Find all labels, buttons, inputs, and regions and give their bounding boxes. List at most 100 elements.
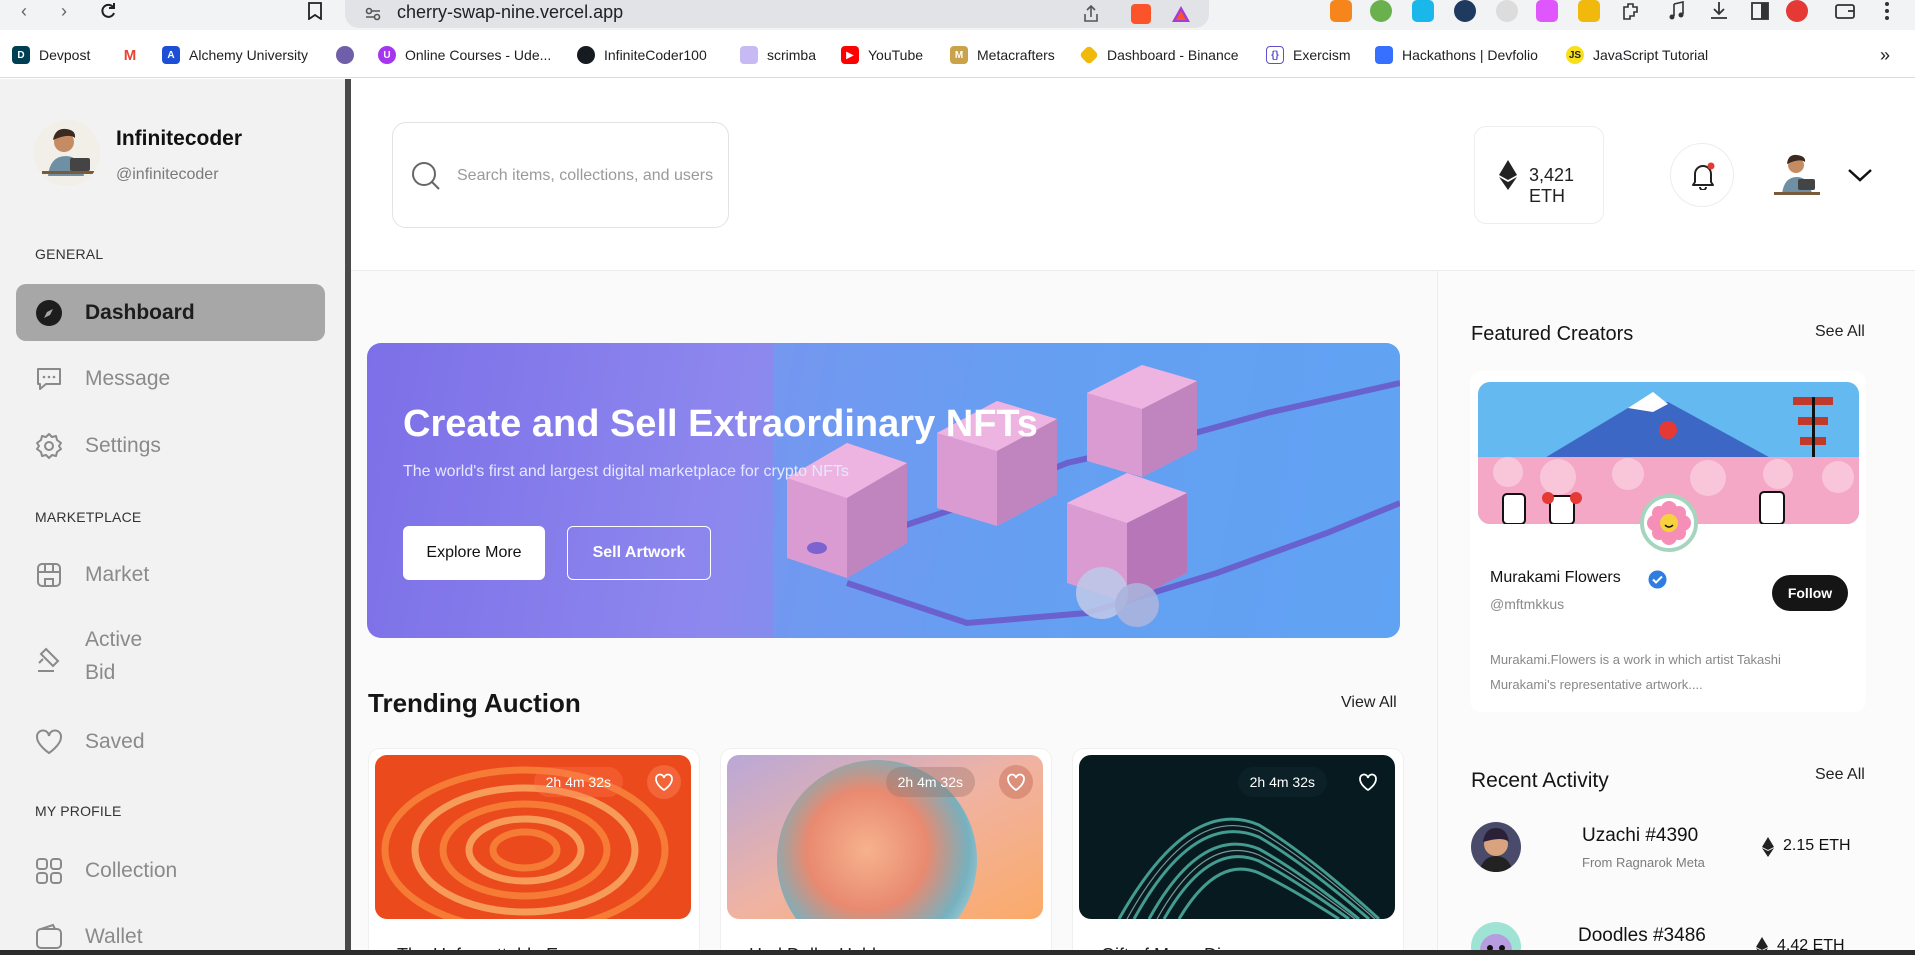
store-icon [37, 563, 61, 587]
sidebar-item-label: Message [85, 366, 171, 390]
bookmark-alchemy-university[interactable]: A Alchemy University [162, 44, 308, 66]
ethereum-icon [1499, 160, 1517, 190]
bookmark-star-icon[interactable] [303, 0, 327, 22]
udemy-icon: U [378, 46, 396, 64]
puzzle-extensions-icon[interactable] [1620, 0, 1642, 22]
chat-bubble-icon [37, 368, 61, 390]
alchemy-icon: A [162, 46, 180, 64]
reload-icon[interactable] [96, 0, 120, 22]
see-all-creators-link[interactable]: See All [1815, 323, 1865, 341]
download-icon[interactable] [1708, 0, 1730, 22]
javascript-icon: JS [1566, 46, 1584, 64]
activity-item-name[interactable]: Doodles #3486 [1578, 925, 1706, 947]
gavel-icon [38, 647, 60, 672]
eth-balance[interactable]: 3,421 ETH [1474, 126, 1604, 224]
follow-button[interactable]: Follow [1772, 575, 1848, 611]
forward-icon[interactable]: › [52, 0, 76, 22]
sidebar-item-label: Active [85, 628, 143, 651]
auction-card-image: 2h 4m 32s [1079, 755, 1395, 919]
sidebar-item-market[interactable]: Market [16, 546, 325, 603]
auction-card[interactable]: 2h 4m 32s The Unforgettable Eye [368, 748, 700, 955]
bookmarks-overflow-button[interactable]: » [1880, 44, 1890, 66]
trending-auction-title: Trending Auction [368, 688, 581, 718]
favorite-button[interactable] [999, 765, 1033, 799]
verified-badge-icon [1648, 570, 1667, 589]
address-bar[interactable]: cherry-swap-nine.vercel.app [345, 0, 1209, 28]
bookmark-youtube[interactable]: ▶ YouTube [841, 44, 923, 66]
bookmark-javascript-tutorial[interactable]: JS JavaScript Tutorial [1566, 44, 1708, 66]
sidebar-item-settings[interactable]: Settings [16, 417, 325, 474]
sidebar-toggle-icon[interactable] [1749, 0, 1771, 22]
sidebar-item-label: Wallet [85, 924, 143, 948]
activity-avatar[interactable] [1471, 822, 1521, 872]
sidebar-item-active-bid[interactable]: Active Bid [16, 622, 325, 698]
extension-icon[interactable] [1496, 0, 1518, 22]
share-icon[interactable] [1081, 4, 1101, 24]
search-box[interactable] [392, 122, 729, 228]
binance-icon [1079, 45, 1099, 65]
metamask-icon[interactable] [1330, 0, 1352, 22]
hero-banner: Create and Sell Extraordinary NFTs The w… [367, 343, 1400, 638]
auction-card-image: 2h 4m 32s [727, 755, 1043, 919]
bookmark-bird[interactable] [336, 44, 363, 66]
heart-icon [1359, 773, 1377, 792]
sidebar-item-collection[interactable]: Collection [16, 842, 325, 899]
bookmark-udemy[interactable]: U Online Courses - Ude... [378, 44, 551, 66]
section-label-marketplace: MARKETPLACE [35, 509, 142, 525]
site-info-icon[interactable] [363, 4, 383, 24]
chevron-down-icon[interactable] [1845, 160, 1875, 190]
see-all-activity-link[interactable]: See All [1815, 766, 1865, 784]
brave-rewards-icon[interactable] [1171, 4, 1191, 24]
bookmark-metacrafters[interactable]: M Metacrafters [950, 44, 1055, 66]
sidebar-item-dashboard[interactable]: Dashboard [16, 284, 325, 341]
view-all-link[interactable]: View All [1341, 694, 1397, 712]
extension-icon[interactable] [1536, 0, 1558, 22]
ethereum-icon [1762, 837, 1774, 857]
auction-card[interactable]: 2h 4m 32s Gift of Mean Dimen [1072, 748, 1404, 955]
youtube-icon: ▶ [841, 46, 859, 64]
bookmark-scrimba[interactable]: scrimba [740, 44, 816, 66]
react-devtools-icon[interactable] [1454, 0, 1476, 22]
sidebar-item-label: Bid [85, 661, 116, 684]
creator-description: Murakami.Flowers is a work in which arti… [1490, 652, 1781, 692]
vimeo-icon[interactable] [1412, 0, 1434, 22]
section-label-my-profile: MY PROFILE [35, 803, 122, 819]
notifications-button[interactable] [1670, 143, 1734, 207]
explore-more-button[interactable]: Explore More [403, 526, 545, 580]
profile-avatar[interactable] [34, 120, 100, 186]
search-icon [412, 162, 440, 190]
sidebar-item-message[interactable]: Message [16, 350, 325, 407]
creator-name[interactable]: Murakami Flowers [1490, 569, 1621, 587]
media-icon[interactable] [1666, 0, 1688, 22]
auction-timer: 2h 4m 32s [885, 767, 975, 797]
bookmark-binance[interactable]: Dashboard - Binance [1079, 44, 1239, 66]
bookmark-exercism[interactable]: {} Exercism [1266, 44, 1351, 66]
bookmark-devpost[interactable]: D Devpost [12, 44, 90, 66]
activity-item-name[interactable]: Uzachi #4390 [1582, 825, 1698, 847]
auction-card[interactable]: 2h 4m 32s Hod Dollar Holder [720, 748, 1052, 955]
grid-icon [36, 858, 62, 884]
favorite-button[interactable] [647, 765, 681, 799]
bookmark-gmail[interactable]: M [121, 44, 148, 66]
bookmark-devfolio[interactable]: Hackathons | Devfolio [1375, 44, 1538, 66]
creator-avatar[interactable] [1640, 494, 1698, 552]
sell-artwork-button[interactable]: Sell Artwork [567, 526, 711, 580]
wallet-browser-icon[interactable] [1834, 0, 1856, 22]
sidebar-item-wallet[interactable]: Wallet [16, 908, 325, 955]
sidebar-item-saved[interactable]: Saved [16, 713, 325, 770]
back-icon[interactable]: ‹ [12, 0, 36, 22]
sidebar-item-label: Settings [85, 433, 161, 457]
header-avatar[interactable] [1768, 148, 1824, 202]
creator-card[interactable]: Murakami Flowers @mftmkkus Follow Muraka… [1470, 371, 1866, 712]
bookmark-github[interactable]: InfiniteCoder100 [577, 44, 707, 66]
profile-x-icon[interactable] [1786, 0, 1808, 22]
favorite-button[interactable] [1351, 765, 1385, 799]
frog-extension-icon[interactable] [1370, 0, 1392, 22]
exercism-icon: {} [1266, 46, 1284, 64]
key-extension-icon[interactable] [1578, 0, 1600, 22]
hero-cubes-illustration [773, 343, 1400, 638]
devpost-icon: D [12, 46, 30, 64]
menu-dots-icon[interactable] [1876, 0, 1898, 22]
search-input[interactable] [457, 161, 719, 191]
brave-shield-icon[interactable] [1131, 4, 1151, 24]
